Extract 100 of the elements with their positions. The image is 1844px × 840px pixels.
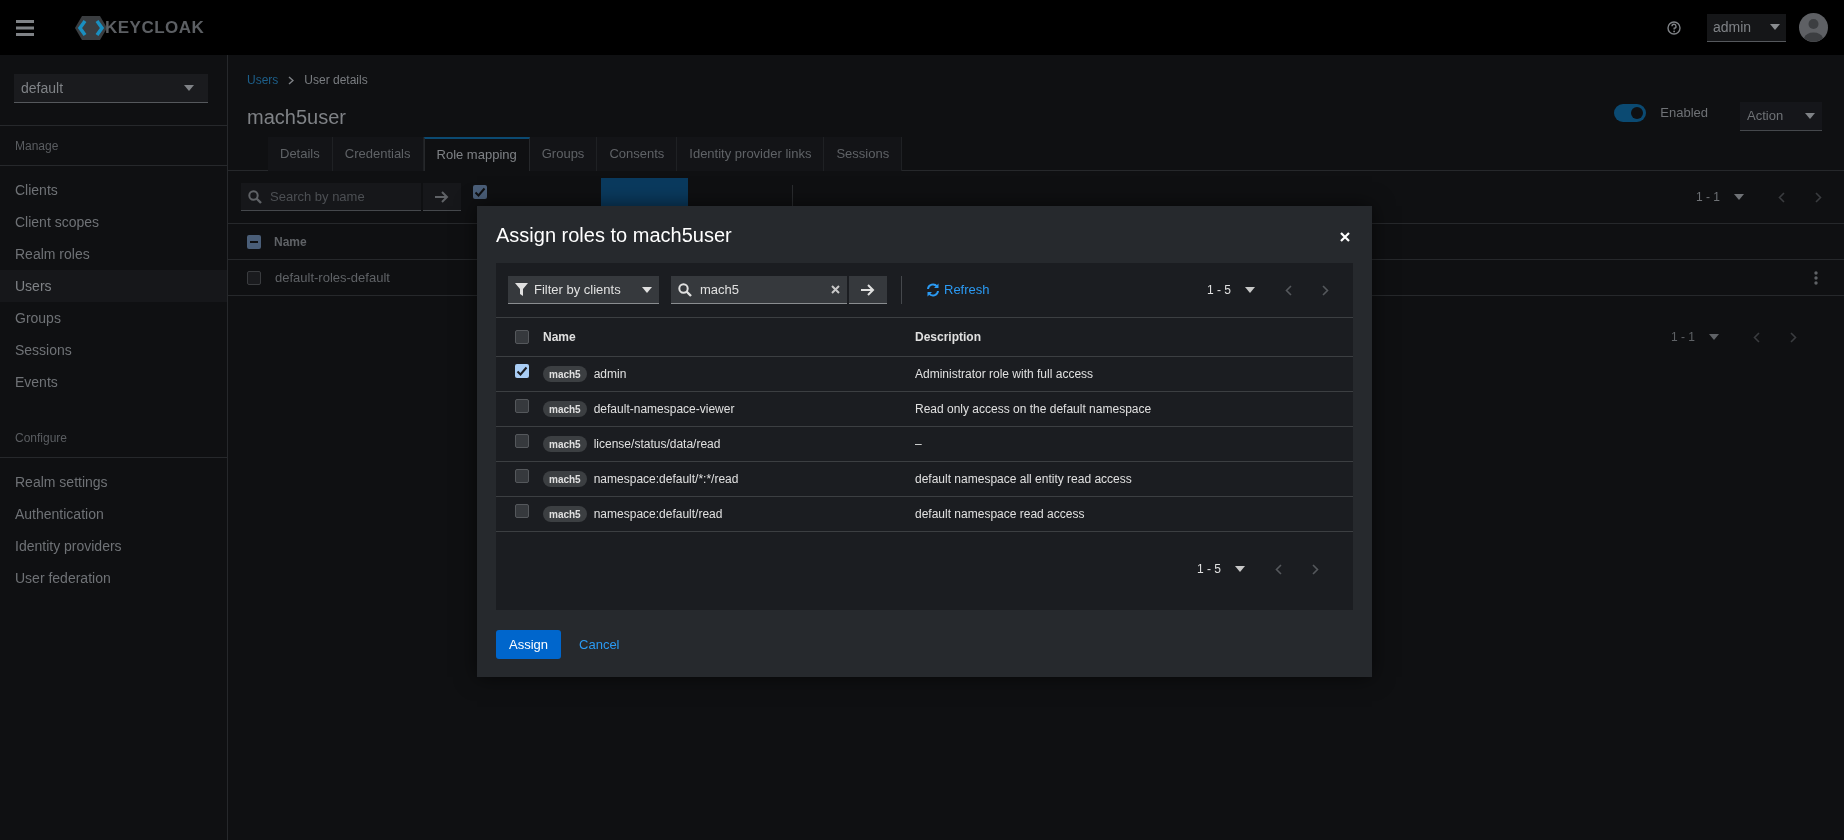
- filter-dropdown[interactable]: Filter by clients: [508, 276, 659, 304]
- checkbox[interactable]: [515, 364, 529, 378]
- checkbox[interactable]: [515, 434, 529, 448]
- sidebar-item[interactable]: Realm settings: [0, 466, 227, 498]
- checkbox[interactable]: [515, 504, 529, 518]
- search-icon: [678, 282, 692, 297]
- checkbox[interactable]: [515, 330, 529, 344]
- section-heading: Configure: [15, 429, 68, 447]
- tab[interactable]: Sessions: [824, 137, 903, 171]
- kebab-icon[interactable]: [1814, 270, 1818, 285]
- toggle-switch[interactable]: [1614, 103, 1647, 122]
- realm-selector[interactable]: default: [14, 74, 208, 103]
- chevron-right-icon[interactable]: [1312, 563, 1319, 575]
- chevron-left-icon[interactable]: [1275, 563, 1282, 575]
- caret-icon: [1805, 113, 1815, 119]
- search-field[interactable]: Search by name: [241, 183, 421, 211]
- search-icon: [248, 189, 262, 204]
- caret-icon: [642, 286, 652, 293]
- close-icon[interactable]: [1340, 231, 1350, 242]
- table-cell-text: license/status/data/read: [593, 436, 721, 453]
- help-icon[interactable]: [1667, 20, 1681, 35]
- table-cell-text: namespace:default/read: [593, 506, 723, 523]
- sidebar-item[interactable]: Client scopes: [0, 206, 227, 238]
- page-title: mach5user: [247, 105, 347, 130]
- search-button[interactable]: [849, 276, 887, 304]
- tab[interactable]: Details: [268, 137, 333, 171]
- label-badge: mach5: [543, 471, 587, 487]
- label-badge: mach5: [543, 366, 587, 382]
- hexagon-logo-icon: [74, 14, 108, 41]
- sidebar-item[interactable]: Users: [0, 270, 227, 302]
- caret-icon: [1770, 24, 1780, 30]
- pagination-dropdown[interactable]: 1 - 5: [1207, 281, 1255, 299]
- logo-text: KEYCLOAK: [105, 16, 205, 39]
- menu-icon[interactable]: [16, 19, 34, 36]
- pagination-dropdown[interactable]: 1 - 5: [1197, 560, 1245, 578]
- label-badge: mach5: [543, 506, 587, 522]
- dash-icon: [250, 240, 258, 243]
- column-header: Description: [915, 329, 981, 346]
- table-cell-text: default namespace all entity read access: [915, 471, 1132, 488]
- arrow-right-icon: [435, 190, 449, 203]
- caret-icon: [1734, 194, 1744, 200]
- caret-icon: [184, 85, 194, 91]
- caret-icon: [1235, 566, 1245, 572]
- sidebar-item[interactable]: Groups: [0, 302, 227, 334]
- pagination-dropdown[interactable]: 1 - 1: [1671, 328, 1719, 346]
- modal-title: Assign roles to mach5user: [496, 222, 732, 248]
- chevron-left-icon[interactable]: [1753, 331, 1760, 343]
- tab[interactable]: Groups: [529, 137, 598, 171]
- column-header: Name: [274, 233, 307, 251]
- tab[interactable]: Consents: [597, 137, 678, 171]
- sidebar-item[interactable]: Clients: [0, 174, 227, 206]
- tab[interactable]: Role mapping: [423, 137, 530, 171]
- breadcrumb-current: User details: [304, 72, 368, 89]
- caret-icon: [1709, 334, 1719, 340]
- section-heading: Manage: [15, 137, 59, 155]
- table-cell-text: Read only access on the default namespace: [915, 401, 1152, 418]
- sidebar-item[interactable]: Authentication: [0, 498, 227, 530]
- table-cell-text: default namespace read access: [915, 506, 1085, 523]
- sidebar-item[interactable]: Sessions: [0, 334, 227, 366]
- tab[interactable]: Credentials: [332, 137, 424, 171]
- sidebar-item[interactable]: Realm roles: [0, 238, 227, 270]
- user-menu[interactable]: admin: [1707, 13, 1786, 42]
- chevron-right-icon[interactable]: [1790, 331, 1797, 343]
- action-dropdown[interactable]: Action: [1740, 102, 1822, 131]
- pagination-dropdown[interactable]: 1 - 1: [1696, 188, 1744, 206]
- table-cell-text: default-roles-default: [275, 268, 390, 287]
- clear-icon[interactable]: [831, 285, 840, 294]
- table-cell-text: namespace:default/*:*/read: [593, 471, 739, 488]
- search-field[interactable]: mach5: [671, 276, 847, 304]
- tab[interactable]: Identity provider links: [677, 137, 825, 171]
- sidebar-item[interactable]: User federation: [0, 562, 227, 594]
- chevron-right-icon[interactable]: [1815, 191, 1822, 203]
- check-icon: [474, 186, 486, 198]
- table-cell-text: default-namespace-viewer: [593, 401, 735, 418]
- checkbox[interactable]: [515, 399, 529, 413]
- avatar-icon[interactable]: [1799, 13, 1828, 42]
- checkbox[interactable]: [473, 185, 487, 199]
- filter-icon: [515, 283, 528, 296]
- assign-button[interactable]: Assign: [496, 630, 562, 659]
- sidebar-item[interactable]: Identity providers: [0, 530, 227, 562]
- table-cell-text: –: [915, 436, 922, 453]
- sidebar-item[interactable]: Events: [0, 366, 227, 398]
- checkbox[interactable]: [247, 234, 261, 249]
- chevron-left-icon[interactable]: [1778, 191, 1785, 203]
- refresh-button[interactable]: Refresh: [926, 280, 990, 300]
- checkbox[interactable]: [515, 469, 529, 483]
- chevron-right-icon: [288, 75, 295, 85]
- refresh-icon: [926, 283, 940, 297]
- breadcrumb-link[interactable]: Users: [247, 71, 279, 89]
- chevron-right-icon[interactable]: [1322, 284, 1329, 296]
- toggle-label: Enabled: [1660, 103, 1708, 122]
- label-badge: mach5: [543, 436, 587, 452]
- label-badge: mach5: [543, 401, 587, 417]
- cancel-link[interactable]: Cancel: [579, 634, 620, 655]
- arrow-right-icon: [861, 283, 875, 296]
- column-header: Name: [543, 329, 577, 346]
- table-cell-text: admin: [593, 366, 627, 383]
- caret-icon: [1245, 287, 1255, 293]
- checkbox[interactable]: [247, 270, 261, 285]
- chevron-left-icon[interactable]: [1285, 284, 1292, 296]
